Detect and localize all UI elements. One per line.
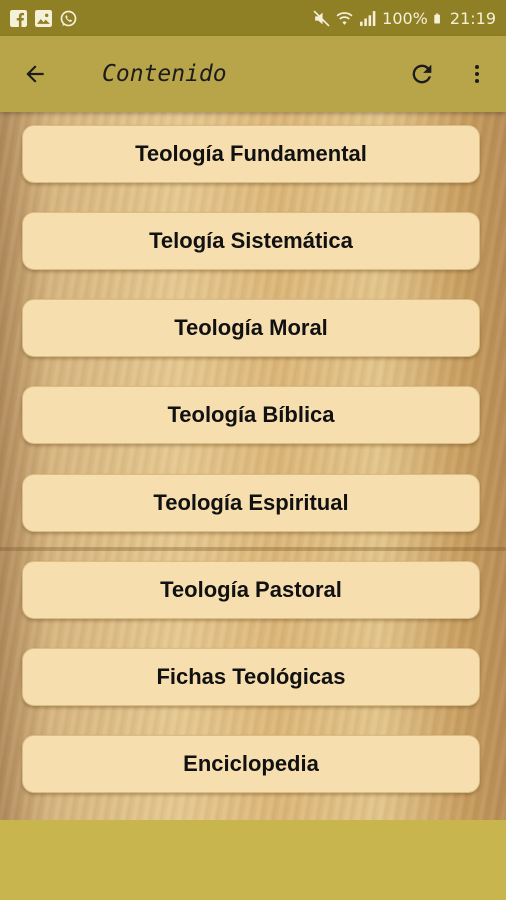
page-title: Contenido <box>102 61 227 87</box>
menu-button-fichas-teologicas[interactable]: Fichas Teológicas <box>22 648 480 706</box>
menu-button-teologia-pastoral[interactable]: Teología Pastoral <box>22 561 480 619</box>
system-status: 100% 21:19 <box>313 9 496 28</box>
content-area: Teología Fundamental Telogía Sistemática… <box>0 112 506 820</box>
image-icon <box>35 9 52 27</box>
app-bar: Contenido <box>0 36 506 112</box>
menu-button-teologia-biblica[interactable]: Teología Bíblica <box>22 386 480 444</box>
more-vert-icon <box>475 65 479 83</box>
refresh-icon <box>412 64 432 84</box>
whatsapp-icon <box>60 10 77 26</box>
clock: 21:19 <box>449 8 496 28</box>
battery-icon <box>434 13 440 23</box>
refresh-button[interactable] <box>396 36 448 112</box>
menu-button-teologia-moral[interactable]: Teología Moral <box>22 299 480 357</box>
menu-button-enciclopedia[interactable]: Enciclopedia <box>22 735 480 793</box>
notification-icons <box>10 9 77 27</box>
more-options-button[interactable] <box>448 36 506 112</box>
arrow-back-icon <box>26 65 44 83</box>
battery-percent: 100% <box>382 8 428 28</box>
menu-button-teologia-sistematica[interactable]: Telogía Sistemática <box>22 212 480 270</box>
mute-icon <box>313 9 330 27</box>
status-bar: 100% 21:19 <box>0 0 506 36</box>
wifi-icon <box>336 11 353 25</box>
signal-icon <box>360 10 376 26</box>
facebook-icon <box>10 9 27 27</box>
menu-button-teologia-fundamental[interactable]: Teología Fundamental <box>22 125 480 183</box>
bottom-band <box>0 820 506 900</box>
back-button[interactable] <box>0 36 70 112</box>
menu-button-teologia-espiritual[interactable]: Teología Espiritual <box>22 474 480 532</box>
